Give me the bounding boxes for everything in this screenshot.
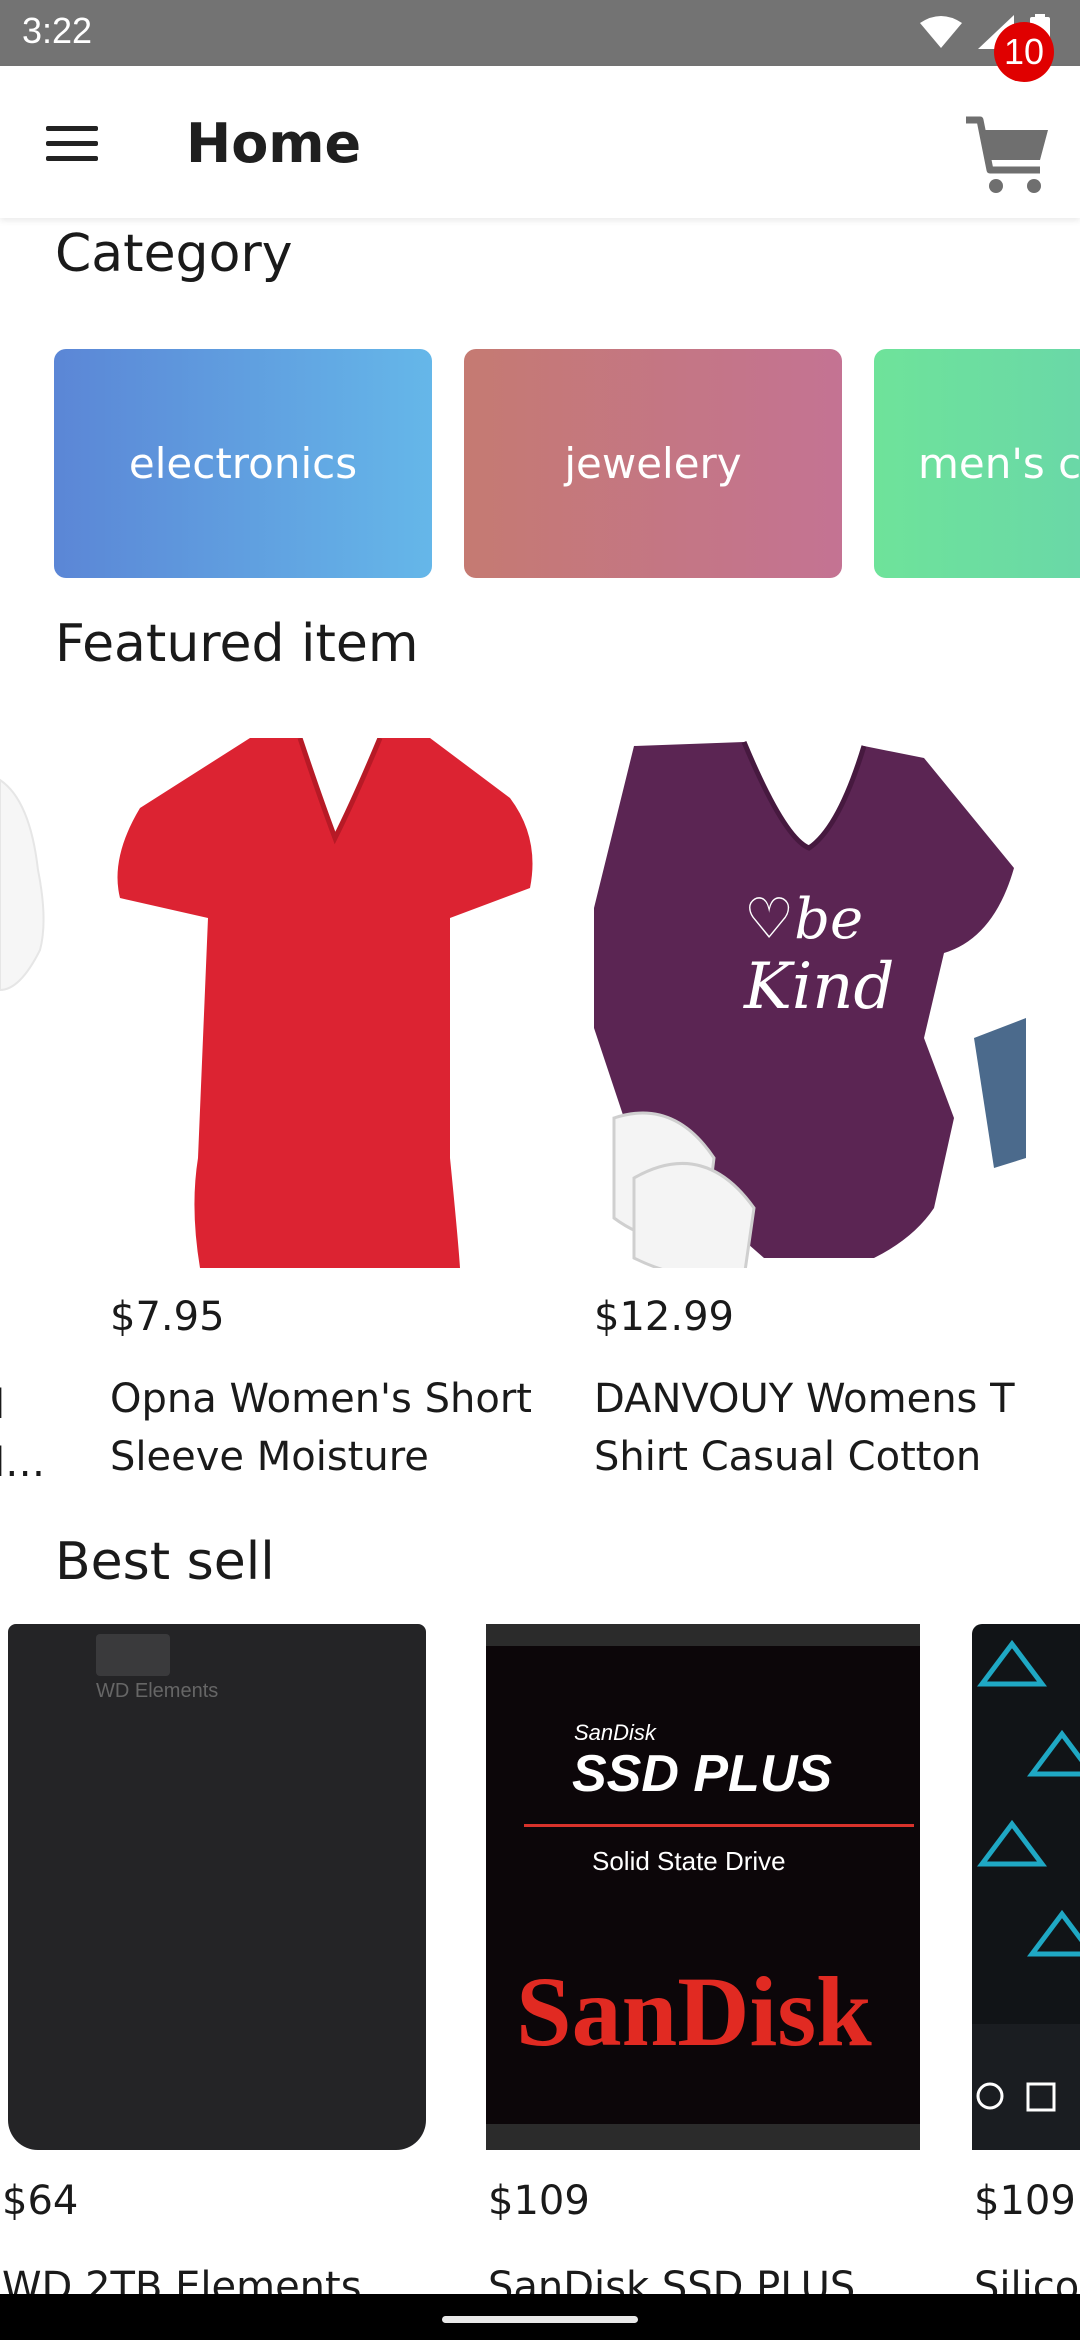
product-name: DANVOUY Womens T Shirt Casual Cotton … xyxy=(594,1376,1015,1480)
product-name: SanDisk SSD PLUS xyxy=(488,2264,856,2294)
page-title: Home xyxy=(186,112,362,175)
product-name: Opna Women's Short Sleeve Moisture xyxy=(110,1376,532,1480)
system-nav-bar xyxy=(0,2294,1080,2340)
svg-text:Kind: Kind xyxy=(743,950,894,1024)
svg-text:♡be: ♡be xyxy=(744,887,863,952)
wifi-icon xyxy=(920,16,962,48)
bestsell-item-partial[interactable]: $109 Silicon xyxy=(972,1624,1080,2304)
app-bar: Home xyxy=(0,66,1080,218)
category-label: men's clothing xyxy=(918,439,1080,488)
category-card-mens-clothing[interactable]: men's clothing xyxy=(874,349,1080,578)
product-price: $64 xyxy=(2,2178,79,2224)
bestsell-item[interactable]: WD Elements $64 WD 2TB Elements xyxy=(2,1624,428,2304)
category-card-electronics[interactable]: electronics xyxy=(54,349,432,578)
cart-icon[interactable] xyxy=(960,106,1056,202)
product-price: $12.99 xyxy=(594,1294,734,1340)
bestsell-item[interactable]: SanDisk SSD PLUS Solid State Drive SanDi… xyxy=(486,1624,920,2304)
featured-item[interactable]: $7.95 Opna Women's Short Sleeve Moisture xyxy=(110,738,540,1498)
wd-drive-image: WD Elements xyxy=(8,1624,426,2150)
partial-text: ll… xyxy=(0,1382,46,1486)
status-bar: 3:22 xyxy=(0,0,1080,66)
product-price: $7.95 xyxy=(110,1294,225,1340)
cart-count-badge: 10 xyxy=(994,22,1054,82)
category-heading: Category xyxy=(55,224,293,284)
category-card-jewelery[interactable]: jewelery xyxy=(464,349,842,578)
category-label: electronics xyxy=(128,439,358,488)
product-price: $109 xyxy=(974,2178,1076,2224)
product-price: $109 xyxy=(488,2178,590,2224)
silicon-drive-image xyxy=(972,1624,1080,2150)
home-gesture-handle[interactable] xyxy=(442,2316,638,2323)
sandisk-small-label: SanDisk xyxy=(574,1720,656,1745)
featured-item[interactable]: ♡be Kind $12.99 DANVOUY Womens T Shirt C… xyxy=(594,738,1026,1498)
purple-shirt-image: ♡be Kind xyxy=(594,741,1026,1268)
featured-item-partial[interactable]: ll… xyxy=(0,740,60,1500)
product-name: WD 2TB Elements xyxy=(2,2264,362,2294)
menu-icon[interactable] xyxy=(46,126,98,164)
wd-label: WD Elements xyxy=(96,1680,219,1702)
featured-heading: Featured item xyxy=(55,614,419,674)
white-shirt-image xyxy=(0,778,45,992)
sandisk-ssd-image: SanDisk SSD PLUS Solid State Drive SanDi… xyxy=(486,1624,920,2150)
product-name: Silicon xyxy=(974,2264,1080,2294)
status-time: 3:22 xyxy=(22,10,93,51)
ssd-plus-label: SSD PLUS xyxy=(572,1745,833,1803)
sandisk-logo: SanDisk xyxy=(516,1956,872,2067)
red-shirt-image xyxy=(117,738,533,1268)
bestsell-heading: Best sell xyxy=(55,1532,275,1592)
category-label: jewelery xyxy=(564,439,742,488)
solid-state-label: Solid State Drive xyxy=(592,1846,786,1876)
